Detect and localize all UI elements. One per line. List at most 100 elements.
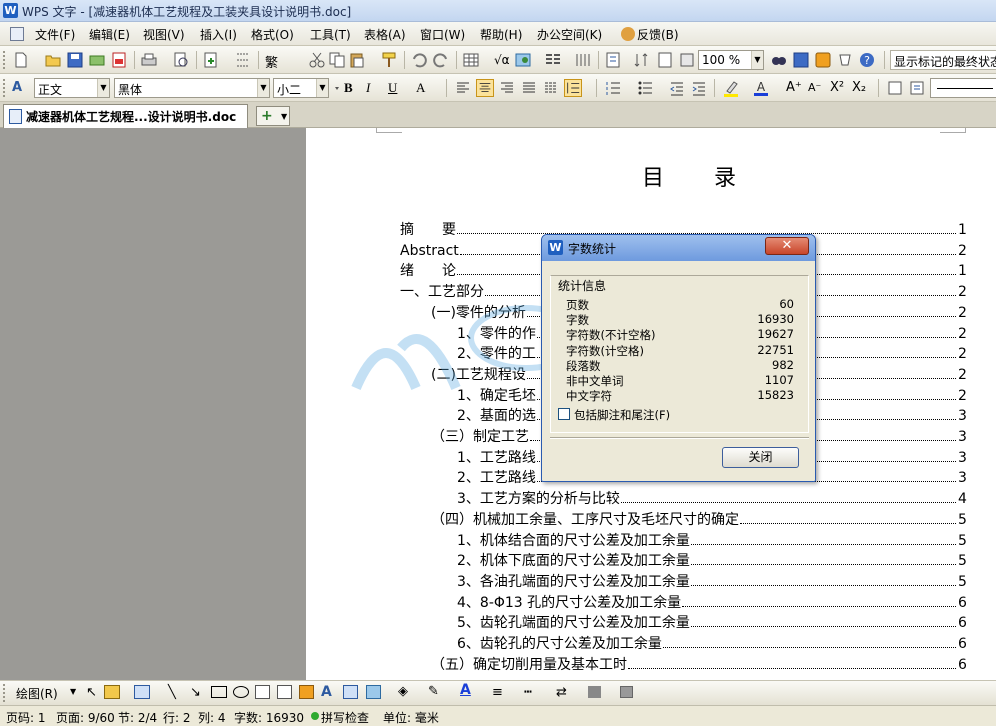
toc-entry[interactable]: （五）确定切削用量及基本工时 (431, 655, 627, 675)
shrink-font-icon[interactable]: A⁻ (808, 81, 821, 94)
arrow-tool-icon[interactable]: ↘ (190, 685, 201, 700)
toc-entry[interactable]: 摘 要 (400, 220, 456, 240)
dialog-title-bar[interactable]: W 字数统计 ✕ (542, 235, 815, 261)
align-left-icon[interactable] (454, 79, 472, 97)
menu-format[interactable]: 格式(O) (251, 26, 294, 43)
copy-icon[interactable] (328, 51, 346, 69)
dialog-close-action-button[interactable]: 关闭 (722, 447, 799, 468)
decrease-indent-icon[interactable] (668, 79, 686, 97)
redo-icon[interactable] (432, 51, 450, 69)
bold-icon[interactable]: B (344, 80, 353, 96)
toc-entry[interactable]: 2、工艺路线 (457, 468, 536, 488)
document-tab[interactable]: 减速器机体工艺规程...设计说明书.doc (3, 104, 248, 128)
toc-entry[interactable]: 5、齿轮孔端面的尺寸公差及加工余量 (457, 613, 690, 633)
wordart-icon[interactable] (299, 685, 314, 699)
open-folder-icon[interactable] (44, 51, 62, 69)
menu-insert[interactable]: 插入(I) (200, 26, 237, 43)
traditional-chinese-icon[interactable]: 繁 (265, 52, 278, 71)
underline-icon[interactable]: U (388, 80, 397, 96)
toolbar-grip[interactable] (3, 79, 6, 97)
menu-office-space[interactable]: 办公空间(K) (537, 26, 602, 43)
clipart-icon[interactable] (343, 685, 358, 699)
dash-style-icon[interactable]: ┅ (524, 685, 532, 700)
formula-icon[interactable]: √α (494, 53, 510, 67)
cut-icon[interactable] (308, 51, 326, 69)
insert-textbox-icon[interactable] (886, 79, 904, 97)
align-right-icon[interactable] (498, 79, 516, 97)
arrange-icon[interactable] (134, 685, 150, 699)
numbered-list-icon[interactable] (604, 79, 622, 97)
undo-icon[interactable] (410, 51, 428, 69)
save-icon[interactable] (66, 51, 84, 69)
font-size-select[interactable]: 小二 ▼ (273, 78, 329, 98)
chevron-down-icon[interactable]: ▼ (751, 51, 763, 69)
toolbar-grip[interactable] (3, 51, 6, 69)
increase-indent-icon[interactable] (690, 79, 708, 97)
word-count-icon[interactable] (656, 51, 674, 69)
highlight-icon[interactable] (722, 79, 740, 97)
chevron-down-icon[interactable]: ▼ (281, 108, 287, 126)
toolbar-options-icon[interactable] (333, 79, 341, 97)
line-spacing-icon[interactable] (564, 79, 582, 97)
menu-edit[interactable]: 编辑(E) (89, 26, 130, 43)
insert-icon[interactable] (202, 51, 220, 69)
status-page[interactable]: 页面: 9/60 (56, 709, 115, 726)
status-spell-check[interactable]: 拼写检查 (321, 709, 369, 726)
subscript-icon[interactable]: X₂ (852, 80, 866, 95)
shadow-style-icon[interactable] (588, 686, 601, 698)
menu-window[interactable]: 窗口(W) (420, 26, 465, 43)
toc-entry[interactable]: Abstract (400, 241, 459, 261)
menu-file[interactable]: 文件(F) (35, 26, 75, 43)
toolbar-grip[interactable] (3, 684, 6, 702)
toc-entry[interactable]: （三）制定工艺 (431, 427, 529, 447)
wordart-gallery-icon[interactable]: A (321, 684, 332, 700)
select-objects-icon[interactable] (104, 685, 120, 699)
zoom-select[interactable]: 100 % ▼ (698, 50, 764, 70)
picture-tool-icon[interactable] (366, 685, 381, 699)
font-color-icon[interactable]: A (752, 79, 770, 97)
justify-icon[interactable] (520, 79, 538, 97)
toc-entry[interactable]: 4、8-Φ13 孔的尺寸公差及加工余量 (457, 593, 681, 613)
show-paragraph-icon[interactable] (604, 51, 622, 69)
find-icon[interactable] (770, 51, 788, 69)
superscript-icon[interactable]: X² (830, 80, 844, 95)
textbox-tool-icon[interactable] (255, 685, 270, 699)
3d-style-icon[interactable] (620, 686, 633, 698)
paste-icon[interactable] (348, 51, 366, 69)
insert-table-icon[interactable] (462, 51, 480, 69)
line-style-icon[interactable]: ≡ (492, 685, 503, 700)
email-send-icon[interactable] (88, 51, 106, 69)
menu-table[interactable]: 表格(A) (364, 26, 406, 43)
new-tab-button[interactable]: + ▼ (256, 106, 290, 126)
line-color-icon[interactable]: ✎ (428, 684, 439, 699)
rectangle-tool-icon[interactable] (211, 686, 227, 698)
menu-help[interactable]: 帮助(H) (480, 26, 522, 43)
bullet-list-icon[interactable] (636, 79, 654, 97)
insert-picture-icon[interactable] (514, 51, 532, 69)
sort-icon[interactable] (632, 51, 650, 69)
arrow-style-icon[interactable]: ⇄ (556, 685, 567, 700)
chevron-down-icon[interactable]: ▼ (70, 687, 76, 696)
line-tool-icon[interactable]: ╲ (168, 685, 176, 700)
toc-entry[interactable]: 3、各油孔端面的尺寸公差及加工余量 (457, 572, 690, 592)
status-word-count[interactable]: 字数: 16930 (234, 709, 304, 726)
insert-comment-icon[interactable] (908, 79, 926, 97)
grow-font-icon[interactable]: A⁺ (786, 80, 802, 95)
help-icon[interactable]: ? (858, 51, 876, 69)
border-style-select[interactable] (930, 78, 996, 98)
select-pointer-icon[interactable]: ↖ (86, 685, 97, 700)
toc-entry[interactable]: 6、齿轮孔的尺寸公差及加工余量 (457, 634, 662, 654)
toc-entry[interactable]: 2、机体下底面的尺寸公差及加工余量 (457, 551, 690, 571)
format-painter-icon[interactable] (380, 51, 398, 69)
style-select[interactable]: 正文 ▼ (34, 78, 110, 98)
star-icon[interactable] (814, 51, 832, 69)
vertical-textbox-icon[interactable] (277, 685, 292, 699)
toc-entry[interactable]: 1、机体结合面的尺寸公差及加工余量 (457, 531, 690, 551)
fill-color-icon[interactable]: ◈ (398, 684, 408, 699)
export-pdf-icon[interactable] (110, 51, 128, 69)
toc-entry[interactable]: （四）机械加工余量、工序尺寸及毛坯尺寸的确定 (431, 510, 739, 530)
toc-entry[interactable]: 1、工艺路线 (457, 448, 536, 468)
app-menu-icon[interactable] (10, 27, 24, 41)
menu-tools[interactable]: 工具(T) (310, 26, 351, 43)
chevron-down-icon[interactable]: ▼ (257, 79, 269, 97)
